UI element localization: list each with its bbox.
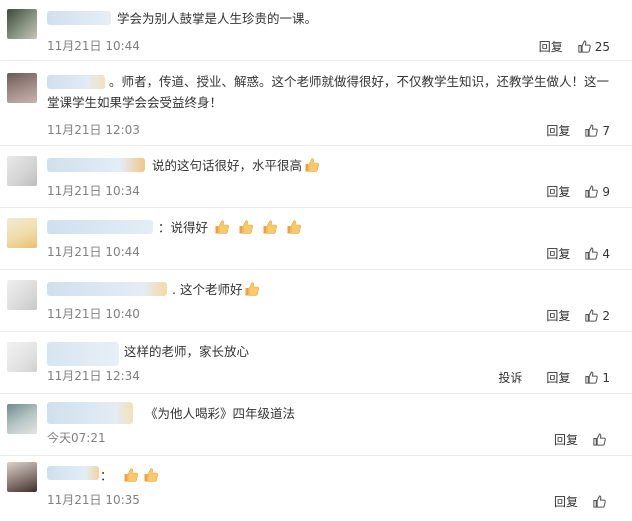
like-count: 7 [602,123,610,138]
like-count: 25 [594,39,610,54]
like-button[interactable]: 1 [584,370,610,385]
comment-text: . 这个老师好 [172,279,620,300]
comment-time: 11月21日 10:44 [47,245,140,259]
reply-button[interactable]: 回复 [546,369,570,386]
thumbs-up-emoji-icon [262,219,278,235]
thumbs-up-icon [585,309,599,322]
comment-text: 《为他人喝彩》四年级道法 [145,406,296,421]
username[interactable] [47,158,145,172]
reply-button[interactable]: 回复 [546,183,570,200]
like-button[interactable] [592,432,610,447]
comment-time: 11月21日 10:34 [47,184,140,198]
thumbs-up-emoji-icon [238,219,254,235]
comment-time: 11月21日 12:34 [47,369,140,383]
thumbs-up-icon [585,124,599,137]
avatar[interactable] [7,9,37,39]
like-button[interactable]: 9 [584,184,610,199]
comment-text: 说的这句话很好，水平很高 [152,155,620,176]
username[interactable] [47,466,99,480]
comment-actions: 回复 [554,431,610,448]
comment-actions: 回复 9 [546,183,610,200]
comment-text: 。师者，传道、授业、解惑。这个老师就做得很好，不仅教学生知识，还教学生做人！这一… [47,74,610,110]
thumbs-up-emoji-icon [214,219,230,235]
comment-time: 11月21日 10:44 [47,39,140,53]
thumbs-up-icon [593,433,606,446]
like-button[interactable] [592,494,610,509]
like-button[interactable]: 4 [584,246,610,261]
comment-actions: 回复 7 [546,122,610,139]
reply-button[interactable]: 回复 [539,38,563,55]
comment-time: 今天07:21 [47,431,106,445]
comment-actions: 回复 2 [546,307,610,324]
comment-actions: 回复 [554,493,610,510]
thumbs-up-icon [585,371,599,384]
comment-item: 说的这句话很好，水平很高 11月21日 10:34 回复 9 [0,146,632,208]
avatar[interactable] [7,73,37,103]
avatar[interactable] [7,156,37,186]
reply-button[interactable]: 回复 [546,245,570,262]
like-count: 4 [602,246,610,261]
avatar[interactable] [7,280,37,310]
comment-text: 这样的老师，家长放心 [124,344,250,359]
like-button[interactable]: 25 [577,39,610,54]
like-count: 2 [602,308,610,323]
comment-item: ：说得好 11月21日 10:44 回复 4 [0,208,632,270]
comment-text: 学会为别人鼓掌是人生珍贵的一课。 [117,11,318,26]
username[interactable] [47,402,133,424]
username[interactable] [47,220,153,234]
thumbs-up-emoji-icon [304,157,320,173]
username[interactable] [47,282,167,296]
like-count: 9 [602,184,610,199]
comment-list: 学会为别人鼓掌是人生珍贵的一课。 11月21日 10:44 回复 25 。师者，… [0,0,632,521]
avatar[interactable] [7,462,37,492]
thumbs-up-emoji-icon [143,467,159,483]
avatar[interactable] [7,404,37,434]
comment-text: ：说得好 [158,217,620,238]
thumbs-up-icon [585,185,599,198]
like-count: 1 [602,370,610,385]
avatar[interactable] [7,218,37,248]
like-button[interactable]: 2 [584,308,610,323]
avatar[interactable] [7,342,37,372]
like-button[interactable]: 7 [584,123,610,138]
reply-button[interactable]: 回复 [546,122,570,139]
comment-item: 。师者，传道、授业、解惑。这个老师就做得很好，不仅教学生知识，还教学生做人！这一… [0,61,632,146]
comment-actions: 投诉 回复 1 [498,369,610,386]
reply-button[interactable]: 回复 [554,431,578,448]
report-button[interactable]: 投诉 [498,369,522,386]
thumbs-up-emoji-icon [286,219,302,235]
comment-item: 《为他人喝彩》四年级道法 今天07:21 回复 [0,394,632,456]
username[interactable] [47,342,119,366]
thumbs-up-icon [593,495,606,508]
thumbs-up-emoji-icon [244,281,260,297]
reply-button[interactable]: 回复 [546,307,570,324]
comment-time: 11月21日 12:03 [47,123,140,137]
comment-item: ： 11月21日 10:35 回复 [0,456,632,521]
reply-button[interactable]: 回复 [554,493,578,510]
comment-item: 学会为别人鼓掌是人生珍贵的一课。 11月21日 10:44 回复 25 [0,0,632,61]
comment-text: ： [100,465,620,486]
thumbs-up-emoji-icon [123,467,139,483]
comment-item: 这样的老师，家长放心 11月21日 12:34 投诉 回复 1 [0,332,632,394]
comment-time: 11月21日 10:40 [47,307,140,321]
comment-actions: 回复 4 [546,245,610,262]
comment-time: 11月21日 10:35 [47,493,140,507]
thumbs-up-icon [585,247,599,260]
thumbs-up-icon [578,40,591,53]
comment-actions: 回复 25 [539,38,610,55]
comment-item: . 这个老师好 11月21日 10:40 回复 2 [0,270,632,332]
username[interactable] [47,11,111,25]
